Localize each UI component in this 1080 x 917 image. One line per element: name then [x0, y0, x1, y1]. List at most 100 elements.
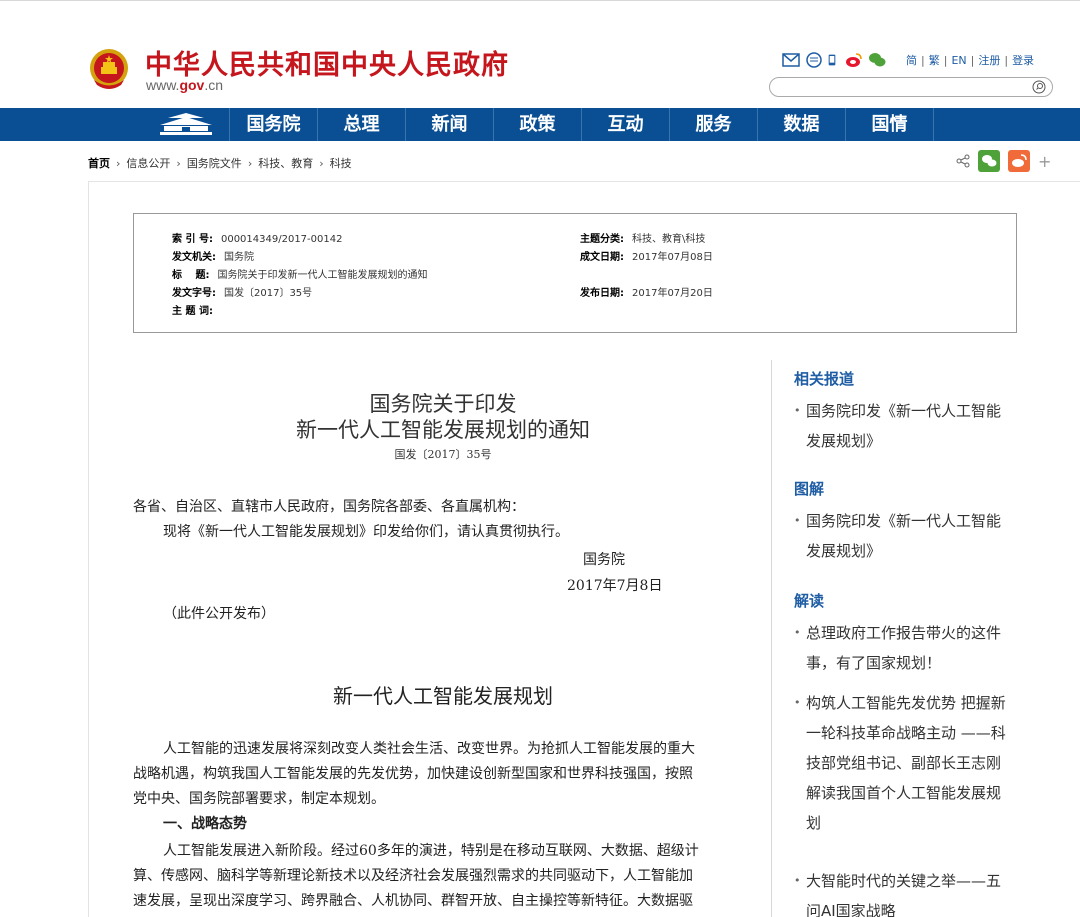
interpretation-link[interactable]: • 大智能时代的关键之举——五 问AI国家战略	[794, 866, 1014, 917]
paragraph-line: 人工智能发展进入新阶段。经过60多年的演进，特别是在移动互联网、大数据、超级计	[163, 843, 699, 859]
paragraph-line: 速发展，呈现出深度学习、跨界融合、人机协同、群智开放、自主操控等新特征。大数据驱	[133, 893, 693, 909]
section-heading: 一、战略态势	[163, 816, 247, 832]
wechat-icon[interactable]	[868, 52, 886, 68]
meta-docno: 发文字号: 国发〔2017〕35号	[172, 284, 312, 299]
article-recipients: 各省、自治区、直辖市人民政府，国务院各部委、各直属机构：	[133, 499, 525, 515]
message-icon[interactable]	[805, 52, 823, 68]
search-input[interactable]	[769, 77, 1053, 97]
separator: |	[970, 54, 975, 67]
nav-item-interaction[interactable]: 互动	[582, 108, 670, 141]
breadcrumb: 首页 › 信息公开 › 国务院文件 › 科技、教育 › 科技	[88, 155, 352, 171]
more-share-icon[interactable]: +	[1038, 152, 1051, 171]
nav-item-national-info[interactable]: 国情	[846, 108, 934, 141]
link-text: 技部党组书记、副部长王志刚	[806, 754, 1002, 772]
article-title-line2: 新一代人工智能发展规划的通知	[296, 418, 590, 442]
meta-keywords: 主 题 词:	[172, 302, 221, 317]
article-signer: 国务院	[583, 552, 625, 568]
breadcrumb-sci-edu[interactable]: 科技、教育	[258, 157, 313, 170]
separator: |	[921, 54, 925, 67]
article-notice: 现将《新一代人工智能发展规划》印发给你们，请认真贯彻执行。	[163, 524, 569, 540]
site-url-suffix: .cn	[204, 77, 224, 93]
meta-keywords-label: 主 题 词:	[172, 306, 213, 317]
meta-title-label: 标 题:	[172, 270, 210, 281]
nav-item-news[interactable]: 新闻	[406, 108, 494, 141]
chevron-right-icon: ›	[176, 157, 181, 170]
share-icon[interactable]	[956, 154, 970, 168]
bullet-icon: •	[794, 626, 801, 639]
nav-item-state-council[interactable]: 国务院	[230, 108, 318, 141]
meta-docno-value: 国发〔2017〕35号	[224, 288, 313, 299]
register-link[interactable]: 注册	[978, 54, 1000, 67]
plan-title: 新一代人工智能发展规划	[333, 684, 553, 708]
link-text: 划	[806, 814, 822, 832]
graphic-link[interactable]: • 国务院印发《新一代人工智能 发展规划》	[794, 506, 1014, 566]
meta-docno-label: 发文字号:	[172, 288, 216, 299]
mobile-icon[interactable]	[828, 52, 840, 68]
meta-issuer-value: 国务院	[224, 252, 254, 263]
paragraph-line: 党中央、国务院部署要求，制定本规划。	[133, 791, 385, 807]
mail-icon[interactable]	[782, 52, 800, 68]
site-url-domain: gov	[179, 77, 205, 93]
nav-home-button[interactable]	[142, 108, 230, 141]
link-text: 事，有了国家规划！	[806, 654, 942, 672]
breadcrumb-state-council-docs[interactable]: 国务院文件	[187, 157, 242, 170]
graphics-heading[interactable]: 图解	[794, 478, 824, 499]
meta-index: 索 引 号: 000014349/2017-00142	[172, 230, 342, 245]
link-text: 问AI国家战略	[806, 902, 896, 917]
interpretation-heading[interactable]: 解读	[794, 590, 824, 611]
link-text: 构筑人工智能先发优势 把握新	[806, 694, 1006, 712]
national-emblem-icon[interactable]	[88, 47, 130, 91]
meta-category-value: 科技、教育\科技	[632, 234, 706, 245]
nav-item-premier[interactable]: 总理	[318, 108, 406, 141]
bullet-icon: •	[794, 514, 801, 527]
meta-title-value: 国务院关于印发新一代人工智能发展规划的通知	[217, 270, 428, 281]
breadcrumb-info-disclosure[interactable]: 信息公开	[126, 157, 170, 170]
meta-issuer-label: 发文机关:	[172, 252, 216, 263]
paragraph-line: 人工智能的迅速发展将深刻改变人类社会生活、改变世界。为抢抓人工智能发展的重大	[163, 741, 695, 757]
weibo-share-icon[interactable]	[1008, 150, 1030, 172]
lang-english-link[interactable]: EN	[951, 54, 966, 67]
meta-published-date: 发布日期: 2017年07月20日	[580, 284, 713, 299]
link-text: 国务院印发《新一代人工智能	[806, 512, 1002, 530]
site-url[interactable]: www.gov.cn	[146, 77, 223, 93]
paragraph-line: 战略机遇，构筑我国人工智能发展的先发优势，加快建设创新型国家和世界科技强国，按照	[133, 766, 693, 782]
article-date: 2017年7月8日	[567, 578, 663, 594]
site-header: 中华人民共和国中央人民政府 www.gov.cn 简 | 繁 | EN | 注册 | 登录	[0, 0, 1080, 108]
breadcrumb-tech[interactable]: 科技	[330, 157, 352, 170]
link-text: 总理政府工作报告带火的这件	[806, 624, 1002, 642]
nav-item-services[interactable]: 服务	[670, 108, 758, 141]
nav-item-data[interactable]: 数据	[758, 108, 846, 141]
nav-item-policy[interactable]: 政策	[494, 108, 582, 141]
link-text: 发展规划》	[806, 542, 882, 560]
share-bar: +	[956, 150, 1051, 172]
site-url-prefix: www.	[146, 77, 180, 93]
chevron-right-icon: ›	[247, 157, 253, 170]
link-text: 一轮科技革命战略主动 ——科	[806, 724, 1006, 742]
top-links: 简 | 繁 | EN | 注册 | 登录	[905, 52, 1035, 68]
document-meta-table: 索 引 号: 000014349/2017-00142 发文机关: 国务院 标 题:…	[133, 213, 1017, 333]
meta-category: 主题分类: 科技、教育\科技	[580, 230, 705, 245]
interpretation-link[interactable]: • 总理政府工作报告带火的这件 事，有了国家规划！	[794, 618, 1014, 678]
weibo-icon[interactable]	[845, 52, 863, 68]
wechat-share-icon[interactable]	[978, 150, 1000, 172]
article-doc-number: 国发〔2017〕35号	[394, 448, 492, 461]
bullet-icon: •	[794, 874, 801, 887]
related-link[interactable]: • 国务院印发《新一代人工智能 发展规划》	[794, 396, 1014, 456]
lang-traditional-link[interactable]: 繁	[929, 54, 940, 67]
top-icon-bar	[782, 50, 886, 70]
login-link[interactable]: 登录	[1012, 54, 1034, 67]
meta-title: 标 题: 国务院关于印发新一代人工智能发展规划的通知	[172, 266, 427, 281]
separator: |	[943, 54, 948, 67]
search-icon[interactable]	[1032, 80, 1046, 94]
article-public-note: （此件公开发布）	[163, 606, 275, 622]
breadcrumb-home[interactable]: 首页	[88, 157, 110, 170]
separator: |	[1004, 54, 1009, 67]
related-reports-heading[interactable]: 相关报道	[794, 368, 854, 389]
link-text: 解读我国首个人工智能发展规	[806, 784, 1002, 802]
meta-category-label: 主题分类:	[580, 234, 624, 245]
interpretation-link[interactable]: • 构筑人工智能先发优势 把握新 一轮科技革命战略主动 ——科 技部党组书记、副…	[794, 688, 1014, 838]
meta-index-value: 000014349/2017-00142	[220, 234, 343, 245]
chevron-right-icon: ›	[116, 157, 121, 170]
lang-simplified-link[interactable]: 简	[906, 54, 917, 67]
meta-published-value: 2017年07月20日	[632, 288, 713, 299]
